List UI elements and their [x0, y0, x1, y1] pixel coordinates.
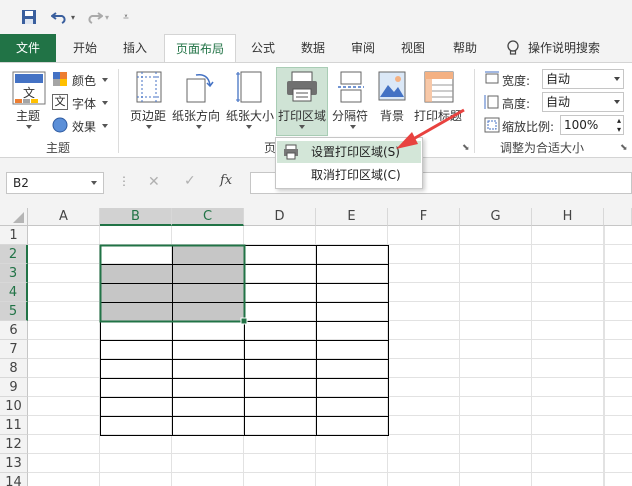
chevron-down-icon	[26, 125, 32, 129]
height-label: 高度:	[502, 97, 531, 111]
colors-icon	[52, 71, 68, 90]
print-area-label: 打印区域	[278, 109, 327, 123]
name-box-value: B2	[13, 176, 29, 190]
lightbulb-icon	[506, 40, 520, 59]
themes-button[interactable]: 主题	[16, 107, 40, 124]
colors-button[interactable]: 颜色	[72, 72, 96, 89]
breaks-button[interactable]: 分隔符	[332, 107, 368, 124]
chevron-down-icon	[299, 125, 305, 129]
save-icon[interactable]	[18, 6, 40, 28]
tab-review[interactable]: 审阅	[340, 34, 386, 62]
width-icon	[484, 71, 500, 88]
dialog-launcher-icon[interactable]: ⬊	[620, 143, 628, 153]
tab-home[interactable]: 开始	[62, 34, 108, 62]
undo-icon[interactable]: ▾	[50, 6, 76, 28]
customize-qat-icon[interactable]: ⩡	[118, 6, 134, 28]
annotation-arrow-icon	[396, 108, 465, 149]
tab-help[interactable]: 帮助	[442, 34, 488, 62]
orientation-button[interactable]: 纸张方向	[172, 107, 220, 124]
menu-item-label: 设置打印区域(S)	[311, 145, 400, 159]
scale-stepper[interactable]: 100% ▴ ▾	[560, 115, 624, 135]
tab-insert[interactable]: 插入	[112, 34, 158, 62]
height-select[interactable]: 自动	[542, 92, 624, 112]
quick-access-toolbar: ▾ ▾ ⩡	[0, 0, 632, 34]
effects-button[interactable]: 效果	[72, 118, 96, 135]
scale-label: 缩放比例:	[502, 120, 555, 134]
group-separator	[474, 69, 475, 153]
chevron-down-icon	[350, 125, 356, 129]
fonts-button[interactable]: 字体	[72, 95, 96, 112]
height-icon	[484, 94, 500, 113]
group-label-themes: 主题	[46, 141, 71, 155]
table-borders	[99, 244, 389, 436]
fonts-icon: 文	[52, 94, 68, 110]
insert-function-icon[interactable]: fx	[220, 173, 232, 188]
cancel-icon[interactable]: ✕	[148, 174, 160, 190]
chevron-down-icon	[102, 101, 108, 105]
ribbon-tabs: 文件 开始 插入 页面布局 公式 数据 审阅 视图 帮助 操作说明搜索	[0, 34, 632, 63]
orientation-icon	[186, 71, 216, 106]
tell-me-search[interactable]: 操作说明搜索	[528, 34, 632, 62]
page-size-button[interactable]: 纸张大小	[226, 107, 274, 124]
effects-icon	[52, 117, 68, 136]
margins-button[interactable]: 页边距	[130, 107, 166, 124]
tab-page-layout[interactable]: 页面布局	[164, 34, 236, 63]
tab-formulas[interactable]: 公式	[240, 34, 286, 62]
tab-file[interactable]: 文件	[0, 34, 56, 62]
redo-icon[interactable]: ▾	[84, 6, 110, 28]
chevron-down-icon	[102, 124, 108, 128]
grip-icon: ⋮	[118, 174, 130, 188]
print-area-icon	[286, 71, 318, 106]
svg-text:文: 文	[23, 85, 35, 100]
menu-item-clear-print-area[interactable]: 取消打印区域(C)	[277, 164, 421, 186]
print-titles-icon	[424, 71, 454, 106]
scale-icon	[484, 117, 500, 136]
tab-data[interactable]: 数据	[290, 34, 336, 62]
worksheet-grid[interactable]: A B C D E F G H 1 2 3 4 5 6 7 8 9 10 11 12 13 14	[0, 208, 632, 486]
group-separator	[118, 69, 119, 153]
enter-icon[interactable]: ✓	[184, 173, 196, 189]
chevron-down-icon	[91, 181, 97, 185]
themes-icon[interactable]: 文	[12, 71, 46, 108]
name-box[interactable]: B2	[6, 172, 104, 194]
page-size-icon	[236, 71, 262, 106]
chevron-down-icon	[196, 125, 202, 129]
width-select[interactable]: 自动	[542, 69, 624, 89]
chevron-down-icon	[102, 78, 108, 82]
margins-icon	[136, 71, 162, 106]
breaks-icon	[338, 71, 364, 106]
menu-item-label: 取消打印区域(C)	[311, 168, 401, 182]
width-label: 宽度:	[502, 74, 531, 88]
chevron-down-icon	[146, 125, 152, 129]
background-icon	[378, 71, 406, 104]
group-label-scale: 调整为合适大小	[500, 141, 585, 155]
fill-handle[interactable]	[240, 317, 248, 325]
chevron-down-icon	[246, 125, 252, 129]
tab-view[interactable]: 视图	[390, 34, 436, 62]
